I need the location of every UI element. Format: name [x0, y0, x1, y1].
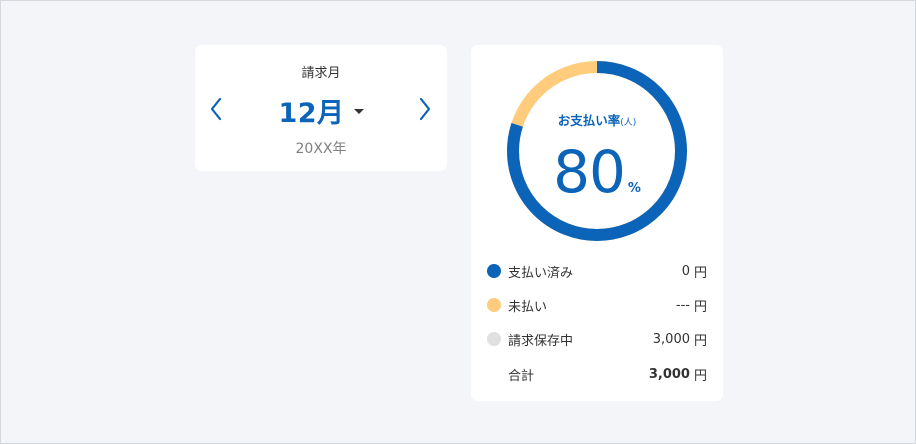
legend-label-paid: 支払い済み — [508, 265, 574, 281]
payment-rate-title-text: お支払い率 — [557, 113, 621, 128]
selected-year: 20XX年 — [295, 141, 347, 157]
payment-rate-readout: 80 % — [471, 137, 723, 207]
chevron-right-icon — [419, 97, 431, 121]
payment-rate-percent: % — [627, 181, 641, 196]
legend-label-total: 合計 — [508, 368, 535, 384]
pending-dot-icon — [487, 332, 501, 346]
legend-row-paid: 支払い済み 0 円 — [487, 261, 707, 281]
next-month-button[interactable] — [415, 95, 435, 123]
legend-amount-total: 3,000 — [648, 366, 690, 382]
legend-currency-pending: 円 — [693, 333, 707, 349]
billing-month-card: 請求月 12月 20XX年 — [195, 45, 447, 171]
legend-currency-paid: 円 — [693, 265, 707, 281]
payment-rate-value: 80 — [553, 138, 626, 206]
legend-currency-total: 円 — [693, 368, 707, 384]
payment-rate-title: お支払い率(人) — [471, 110, 723, 129]
legend-row-unpaid: 未払い --- 円 — [487, 295, 707, 315]
legend-row-total: 合計 3,000 円 — [487, 364, 707, 384]
selected-month: 12月 — [278, 98, 345, 129]
legend-label-unpaid: 未払い — [508, 299, 548, 315]
legend-amount-paid: 0 — [681, 263, 690, 279]
legend-amount-pending: 3,000 — [652, 331, 690, 347]
month-dropdown[interactable]: 12月 — [195, 91, 447, 130]
payment-rate-card: お支払い率(人) 80 % 支払い済み 0 円 未払い --- 円 請求保存中 … — [471, 45, 723, 401]
legend-amount-unpaid: --- — [675, 297, 690, 313]
unpaid-dot-icon — [487, 298, 501, 312]
legend-currency-unpaid: 円 — [693, 299, 707, 315]
paid-dot-icon — [487, 264, 501, 278]
legend-row-pending: 請求保存中 3,000 円 — [487, 329, 707, 349]
billing-month-label: 請求月 — [301, 66, 341, 81]
legend-label-pending: 請求保存中 — [508, 333, 574, 349]
payment-rate-title-unit: (人) — [620, 118, 637, 128]
caret-down-icon — [353, 109, 364, 114]
